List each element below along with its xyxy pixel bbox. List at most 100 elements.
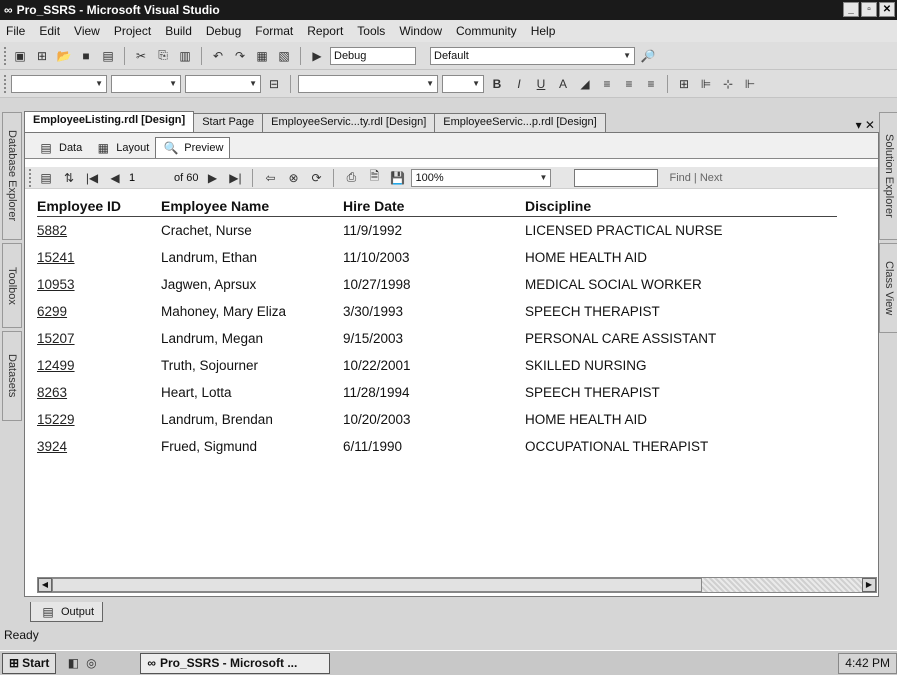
taskbar-item-visual-studio[interactable]: ∞ Pro_SSRS - Microsoft ... xyxy=(140,652,331,674)
maximize-button[interactable]: ▫ xyxy=(861,2,877,17)
zoom-select[interactable]: 100% ▼ xyxy=(411,168,552,187)
font-select[interactable]: ▼ xyxy=(111,74,181,93)
find-next-label[interactable]: Find | Next xyxy=(669,172,722,184)
next-page-icon[interactable]: ▶ xyxy=(203,170,221,186)
viewer-toolbar-grip[interactable] xyxy=(29,168,32,187)
toolbar-grip[interactable] xyxy=(4,46,7,65)
open-file-icon[interactable]: 📂 xyxy=(55,48,73,64)
save-icon[interactable]: ■ xyxy=(77,48,95,64)
navigate-icon[interactable]: ▦ xyxy=(253,48,271,64)
quicklaunch-browser-icon[interactable]: ◎ xyxy=(82,655,100,671)
menu-file[interactable]: File xyxy=(6,24,25,38)
find-input[interactable] xyxy=(574,168,659,187)
tab-start-page[interactable]: Start Page xyxy=(193,113,264,132)
menu-community[interactable]: Community xyxy=(456,24,517,38)
quicklaunch-desktop-icon[interactable]: ◧ xyxy=(64,655,82,671)
tab-employee-listing[interactable]: EmployeeListing.rdl [Design] xyxy=(24,111,195,132)
align-center-icon[interactable]: ≡ xyxy=(620,76,638,92)
menu-report[interactable]: Report xyxy=(307,24,343,38)
tab-employee-service-ty[interactable]: EmployeeServic...ty.rdl [Design] xyxy=(262,113,436,132)
new-project-icon[interactable]: ▣ xyxy=(11,48,29,64)
employee-id-link[interactable]: 10953 xyxy=(37,277,75,292)
solution-platform-select[interactable]: Default ▼ xyxy=(430,46,635,65)
toolbox-tab[interactable]: Toolbox xyxy=(2,243,22,328)
menu-build[interactable]: Build xyxy=(165,24,192,38)
solution-config-select[interactable]: Debug xyxy=(330,46,416,65)
style-select[interactable]: ▼ xyxy=(11,74,107,93)
employee-id-link[interactable]: 15229 xyxy=(37,412,75,427)
print-icon[interactable]: ⎙ xyxy=(342,170,360,186)
menu-view[interactable]: View xyxy=(74,24,100,38)
menu-debug[interactable]: Debug xyxy=(206,24,241,38)
database-explorer-tab[interactable]: Database Explorer xyxy=(2,112,22,240)
scroll-thumb[interactable] xyxy=(52,578,702,592)
font-size-select[interactable]: ▼ xyxy=(442,74,484,93)
background-color-icon[interactable]: ◢ xyxy=(576,76,594,92)
align-centers-icon[interactable]: ⊹ xyxy=(719,76,737,92)
menu-window[interactable]: Window xyxy=(399,24,442,38)
align-rights-icon[interactable]: ⊩ xyxy=(741,76,759,92)
minimize-button[interactable]: _ xyxy=(843,2,859,17)
horizontal-scrollbar[interactable]: ◀ ▶ xyxy=(37,577,877,593)
back-icon[interactable]: ⇦ xyxy=(261,170,279,186)
tab-employee-service-p[interactable]: EmployeeServic...p.rdl [Design] xyxy=(434,113,606,132)
layout-grid-icon[interactable]: ⊞ xyxy=(675,76,693,92)
datasets-tab[interactable]: Datasets xyxy=(2,331,22,421)
italic-icon[interactable]: I xyxy=(510,76,528,92)
scroll-track[interactable] xyxy=(52,578,862,592)
last-page-icon[interactable]: ▶| xyxy=(226,170,244,186)
output-tab[interactable]: ▤ Output xyxy=(30,602,104,622)
document-map-icon[interactable]: ▤ xyxy=(37,170,55,186)
employee-id-link[interactable]: 5882 xyxy=(37,223,67,238)
close-button[interactable]: ✕ xyxy=(879,2,895,17)
page-number-input[interactable] xyxy=(129,169,169,186)
add-item-icon[interactable]: ⊞ xyxy=(33,48,51,64)
refresh-icon[interactable]: ⟳ xyxy=(307,170,325,186)
tab-layout[interactable]: ▦ Layout xyxy=(88,137,155,158)
find-in-files-icon[interactable]: 🔎 xyxy=(639,48,657,64)
menu-format[interactable]: Format xyxy=(255,24,293,38)
undo-icon[interactable]: ↶ xyxy=(209,48,227,64)
menu-project[interactable]: Project xyxy=(114,24,151,38)
save-all-icon[interactable]: ▤ xyxy=(99,48,117,64)
scroll-right-icon[interactable]: ▶ xyxy=(862,578,876,592)
employee-id-link[interactable]: 12499 xyxy=(37,358,75,373)
bold-icon[interactable]: B xyxy=(488,76,506,92)
employee-id-link[interactable]: 15241 xyxy=(37,250,75,265)
menu-edit[interactable]: Edit xyxy=(39,24,60,38)
redo-icon[interactable]: ↷ xyxy=(231,48,249,64)
nav-forward-icon[interactable]: ▧ xyxy=(275,48,293,64)
employee-id-link[interactable]: 3924 xyxy=(37,439,67,454)
size-select[interactable]: ▼ xyxy=(185,74,261,93)
copy-icon[interactable]: ⎘ xyxy=(154,48,172,64)
parameters-icon[interactable]: ⇅ xyxy=(60,170,78,186)
previous-page-icon[interactable]: ◀ xyxy=(106,170,124,186)
scroll-left-icon[interactable]: ◀ xyxy=(38,578,52,592)
export-icon[interactable]: 💾 xyxy=(388,170,406,186)
start-debug-icon[interactable]: ▶ xyxy=(308,48,326,64)
employee-id-link[interactable]: 15207 xyxy=(37,331,75,346)
start-button[interactable]: ⊞ Start xyxy=(2,652,57,674)
align-left-icon[interactable]: ≡ xyxy=(598,76,616,92)
paste-icon[interactable]: ▥ xyxy=(176,48,194,64)
doc-tab-controls[interactable]: ▾ ✕ xyxy=(856,118,879,132)
align-right-icon[interactable]: ≡ xyxy=(642,76,660,92)
stop-icon[interactable]: ⊗ xyxy=(284,170,302,186)
cut-icon[interactable]: ✂ xyxy=(132,48,150,64)
menu-help[interactable]: Help xyxy=(531,24,556,38)
menu-tools[interactable]: Tools xyxy=(357,24,385,38)
first-page-icon[interactable]: |◀ xyxy=(83,170,101,186)
font-color-icon[interactable]: A xyxy=(554,76,572,92)
class-view-tab[interactable]: Class View xyxy=(879,243,897,333)
employee-id-link[interactable]: 6299 xyxy=(37,304,67,319)
align-lefts-icon[interactable]: ⊫ xyxy=(697,76,715,92)
toolbar-grip-2[interactable] xyxy=(4,74,7,93)
tab-data[interactable]: ▤ Data xyxy=(31,137,88,158)
print-layout-icon[interactable]: 🗎 xyxy=(365,169,383,186)
employee-id-link[interactable]: 8263 xyxy=(37,385,67,400)
underline-icon[interactable]: U xyxy=(532,76,550,92)
font-family-select[interactable]: ▼ xyxy=(298,74,438,93)
solution-explorer-tab[interactable]: Solution Explorer xyxy=(879,112,897,240)
tab-preview[interactable]: 🔍 Preview xyxy=(155,137,231,158)
border-icon[interactable]: ⊟ xyxy=(265,76,283,92)
